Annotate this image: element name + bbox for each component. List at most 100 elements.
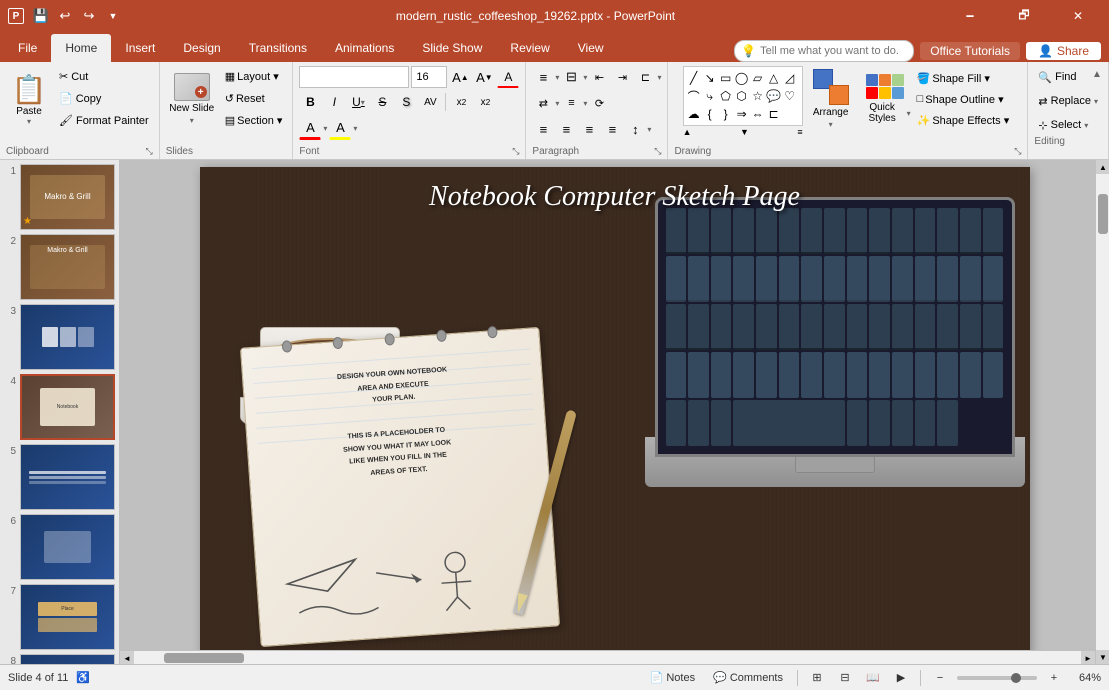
tab-transitions[interactable]: Transitions — [235, 34, 321, 62]
text-direction-button[interactable]: ⇄ — [532, 92, 554, 114]
shape-effects-button[interactable]: ✨ Shape Effects ▾ — [913, 110, 1014, 130]
slide-thumb-2[interactable]: Makro & Grill — [20, 234, 115, 300]
bold-button[interactable]: B — [299, 91, 321, 113]
slide-thumb-8[interactable]: Slide 8 — [20, 654, 115, 664]
columns-dropdown[interactable]: ▾ — [657, 73, 661, 82]
shape-block-arrow[interactable]: ⇒ — [734, 106, 750, 122]
share-button[interactable]: 👤 Share — [1026, 42, 1101, 60]
shape-notch[interactable]: ⊏ — [766, 106, 782, 122]
highlight-dropdown[interactable]: ▾ — [353, 124, 357, 133]
line-spacing-dropdown[interactable]: ▾ — [647, 125, 651, 134]
shape-line[interactable]: ╱ — [686, 70, 702, 86]
font-size-input[interactable] — [411, 66, 447, 88]
shape-arrow[interactable]: ↘ — [702, 70, 718, 86]
subscript-button[interactable]: x2 — [450, 91, 472, 113]
columns-button[interactable]: ⊏ — [634, 66, 656, 88]
line-spacing-button[interactable]: ↕ — [624, 118, 646, 140]
tell-me-input[interactable] — [760, 45, 900, 57]
justify-button[interactable]: ≡ — [601, 118, 623, 140]
align-center-button[interactable]: ≡ — [555, 118, 577, 140]
shape-fill-button[interactable]: 🪣 Shape Fill ▾ — [913, 68, 1014, 88]
shape-parallelogram[interactable]: ▱ — [750, 70, 766, 86]
increase-font-size-button[interactable]: A▲ — [449, 66, 471, 88]
clear-format-button[interactable]: A — [497, 66, 519, 88]
copy-button[interactable]: 📄 Copy — [55, 88, 153, 109]
bullets-button[interactable]: ≡ — [532, 66, 554, 88]
text-dir-dropdown[interactable]: ▾ — [555, 99, 559, 108]
office-tutorials-button[interactable]: Office Tutorials — [920, 42, 1020, 60]
slide-canvas[interactable]: Notebook Computer Sketch Page — [200, 167, 1030, 657]
quick-access-more-button[interactable]: ▼ — [102, 5, 124, 27]
scroll-right-button[interactable]: ► — [1081, 651, 1095, 664]
normal-view-button[interactable]: ⊞ — [806, 667, 828, 689]
shape-hexagon[interactable]: ⬡ — [734, 88, 750, 104]
zoom-thumb[interactable] — [1011, 673, 1021, 683]
shape-heart[interactable]: ♡ — [782, 88, 798, 104]
section-button[interactable]: ▤ Section ▾ — [221, 110, 287, 131]
layout-button[interactable]: ▦ Layout ▾ — [221, 66, 287, 87]
italic-button[interactable]: I — [323, 91, 345, 113]
numbered-list-button[interactable]: ⊟ — [560, 66, 582, 88]
superscript-button[interactable]: x2 — [474, 91, 496, 113]
num-list-dropdown[interactable]: ▾ — [583, 73, 587, 82]
shape-double-arrow[interactable]: ⇔ — [750, 106, 766, 122]
tab-insert[interactable]: Insert — [111, 34, 169, 62]
slide-show-button[interactable]: ▶ — [890, 667, 912, 689]
shapes-scroll-up[interactable]: ▲ — [683, 127, 692, 137]
scroll-up-button[interactable]: ▲ — [1096, 160, 1109, 174]
font-color-dropdown[interactable]: ▾ — [323, 124, 327, 133]
slide-title[interactable]: Notebook Computer Sketch Page — [200, 181, 1030, 213]
notes-button[interactable]: 📄 Notes — [644, 669, 701, 686]
tab-design[interactable]: Design — [169, 34, 234, 62]
paste-button[interactable]: 📋 Paste ▾ — [6, 66, 52, 132]
shape-callout[interactable]: 💬 — [766, 88, 782, 104]
shape-outline-button[interactable]: □ Shape Outline ▾ — [913, 89, 1014, 109]
strikethrough-button[interactable]: S — [371, 91, 393, 113]
comments-button[interactable]: 💬 Comments — [707, 669, 789, 686]
shape-rbrace[interactable]: } — [718, 106, 734, 122]
tell-me-box[interactable]: 💡 — [734, 40, 914, 62]
underline-button[interactable]: U▾ — [347, 91, 369, 113]
ribbon-collapse-button[interactable]: ▲ — [1089, 66, 1105, 82]
format-painter-button[interactable]: 🖌 Format Painter — [55, 110, 153, 131]
reading-view-button[interactable]: 📖 — [862, 667, 884, 689]
tab-home[interactable]: Home — [51, 34, 111, 62]
align-text-button[interactable]: ≡ — [560, 92, 582, 114]
new-slide-button[interactable]: + New Slide ▾ — [166, 66, 218, 132]
increase-indent-button[interactable]: ⇥ — [611, 66, 633, 88]
scroll-down-button[interactable]: ▼ — [1096, 650, 1109, 664]
shadow-button[interactable]: S — [395, 91, 417, 113]
shape-oval[interactable]: ◯ — [734, 70, 750, 86]
save-button[interactable]: 💾 — [30, 5, 52, 27]
slide-sorter-button[interactable]: ⊟ — [834, 667, 856, 689]
close-button[interactable]: ✕ — [1055, 0, 1101, 32]
clipboard-group-expand[interactable]: ⤡ — [146, 146, 153, 157]
shape-rtriangle[interactable]: ◿ — [782, 70, 798, 86]
zoom-level[interactable]: 64% — [1071, 672, 1101, 684]
font-name-input[interactable] — [299, 66, 409, 88]
reset-button[interactable]: ↺ Reset — [221, 88, 287, 109]
drawing-group-expand[interactable]: ⤡ — [1014, 146, 1021, 157]
redo-button[interactable]: ↪ — [78, 5, 100, 27]
slide-thumb-1[interactable]: Makro & Grill ★ — [20, 164, 115, 230]
scroll-left-button[interactable]: ◄ — [120, 651, 134, 664]
slide-thumb-4[interactable]: Notebook — [20, 374, 115, 440]
align-right-button[interactable]: ≡ — [578, 118, 600, 140]
status-accessibility[interactable]: ♿ — [76, 671, 90, 684]
replace-button[interactable]: ⇄ Replace ▾ — [1034, 90, 1102, 112]
align-text-dropdown[interactable]: ▾ — [583, 99, 587, 108]
minimize-button[interactable]: 🗕 — [947, 0, 993, 32]
shapes-scroll-down[interactable]: ▼ — [740, 127, 749, 137]
zoom-slider[interactable] — [957, 676, 1037, 680]
shape-pentagon[interactable]: ⬠ — [718, 88, 734, 104]
font-group-expand[interactable]: ⤡ — [512, 146, 519, 157]
shape-star[interactable]: ☆ — [750, 88, 766, 104]
tab-file[interactable]: File — [4, 34, 51, 62]
tab-slideshow[interactable]: Slide Show — [408, 34, 496, 62]
smart-art-button[interactable]: ⟳ — [588, 92, 610, 114]
char-spacing-button[interactable]: AV — [419, 91, 441, 113]
scroll-thumb[interactable] — [1098, 194, 1108, 234]
decrease-indent-button[interactable]: ⇤ — [588, 66, 610, 88]
highlight-button[interactable]: A — [329, 116, 351, 140]
undo-button[interactable]: ↩ — [54, 5, 76, 27]
